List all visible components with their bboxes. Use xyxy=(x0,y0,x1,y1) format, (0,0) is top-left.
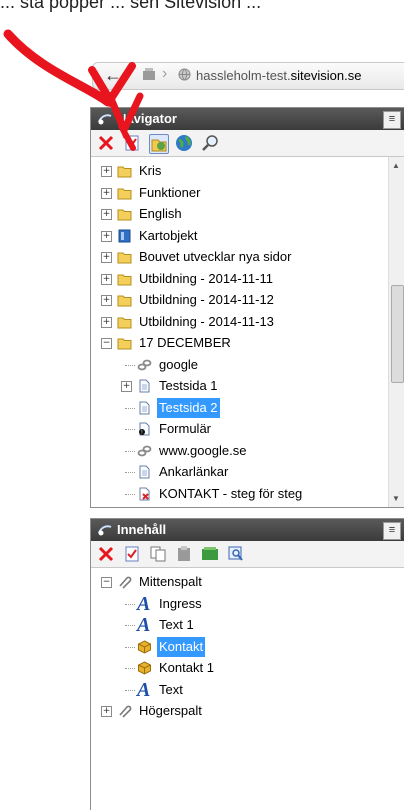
scroll-thumb[interactable] xyxy=(391,285,404,383)
content-item-label: Högerspalt xyxy=(139,703,202,718)
folder-icon xyxy=(117,207,132,221)
content-item-label: Kontakt 1 xyxy=(159,660,214,675)
page-icon xyxy=(137,379,152,393)
tree-expander-icon[interactable]: + xyxy=(101,230,112,242)
tree-expander-icon[interactable]: + xyxy=(101,252,112,263)
cube-icon xyxy=(137,661,152,675)
paste-icon[interactable] xyxy=(175,545,193,563)
content-panel: Innehåll ≡ − Mittenspalt A Ingress A Text 1 Ko… xyxy=(90,518,404,810)
content-item-label: Text 1 xyxy=(159,617,194,632)
content-item-label: Kontakt xyxy=(157,636,206,657)
delete-icon[interactable] xyxy=(97,545,115,563)
content-item-label: Mittenspalt xyxy=(139,574,202,589)
tree-expander-icon[interactable]: + xyxy=(101,295,112,306)
text-a-glyph: A xyxy=(137,592,151,615)
navigator-item-label: Utbildning - 2014-11-12 xyxy=(139,292,274,307)
folder-icon xyxy=(117,315,132,329)
navigator-item-label: Ankarlänkar xyxy=(159,464,229,479)
folder-icon xyxy=(117,293,132,307)
tree-connector xyxy=(125,689,135,691)
book-icon xyxy=(117,229,132,243)
content-logo-icon xyxy=(98,525,112,536)
navigator-item-label: Utbildning - 2014-11-11 xyxy=(139,270,273,286)
navigator-item-label: www.google.se xyxy=(159,442,247,458)
navigator-item-label: Utbildning - 2014-11-13 xyxy=(139,313,274,329)
page-red-icon xyxy=(137,487,152,501)
form-page-icon: ! xyxy=(137,422,152,436)
tree-connector xyxy=(125,472,135,473)
navigator-scrollbar[interactable]: ▲ ▼ xyxy=(388,157,404,507)
navigator-item-label: Bouvet utvecklar nya sidor xyxy=(139,249,292,264)
navigator-item-label: 17 DECEMBER xyxy=(139,335,231,350)
tree-connector xyxy=(125,407,135,409)
tree-expander-icon[interactable]: + xyxy=(101,209,112,220)
tree-connector xyxy=(125,603,135,605)
folder-icon xyxy=(117,250,132,264)
tree-expander-icon[interactable]: + xyxy=(101,273,112,285)
tree-expander-icon[interactable]: + xyxy=(121,381,132,392)
scroll-down-icon[interactable]: ▼ xyxy=(392,494,400,503)
link-icon xyxy=(137,444,152,458)
red-arrow-annotation xyxy=(3,29,144,151)
content-item-label: Text xyxy=(159,681,183,697)
page-icon xyxy=(137,401,152,415)
tree-connector xyxy=(125,493,135,495)
checklist-icon[interactable] xyxy=(123,545,141,563)
text-a-icon: A xyxy=(137,680,152,700)
content-header: Innehåll ≡ xyxy=(91,519,404,541)
page-icon xyxy=(137,465,152,479)
tree-expander-icon[interactable]: − xyxy=(101,577,112,588)
paperclip-icon xyxy=(117,704,132,718)
tree-expander-icon[interactable]: − xyxy=(101,338,112,349)
content-menu-icon[interactable]: ≡ xyxy=(383,522,401,540)
content-tree: − Mittenspalt A Ingress A Text 1 Kontakt Kontak… xyxy=(91,568,404,810)
navigator-item-label: google xyxy=(159,356,199,372)
preview-icon[interactable] xyxy=(227,545,245,563)
tree-connector xyxy=(125,625,135,626)
tree-connector xyxy=(125,450,135,452)
cube-icon xyxy=(137,639,152,654)
navigator-item-label: Formulär xyxy=(159,421,212,436)
copy-icon[interactable] xyxy=(149,545,167,563)
text-a-glyph: A xyxy=(137,614,151,636)
navigator-item-label: Testsida 1 xyxy=(159,378,218,393)
tree-connector xyxy=(125,429,135,430)
navigator-item-label: Testsida 2 xyxy=(157,397,220,418)
tree-expander-icon[interactable]: + xyxy=(101,706,112,717)
navigator-item-label: Kartobjekt xyxy=(139,227,198,243)
svg-text:!: ! xyxy=(141,430,142,436)
content-item-label: Ingress xyxy=(159,595,202,611)
text-a-icon: A xyxy=(137,594,152,614)
layout-icon[interactable] xyxy=(201,545,219,563)
tree-connector xyxy=(125,668,135,669)
link-icon xyxy=(137,358,152,372)
content-toolbar xyxy=(91,541,404,568)
content-title: Innehåll xyxy=(117,522,167,537)
folder-icon xyxy=(117,336,132,350)
text-a-glyph: A xyxy=(137,678,151,701)
navigator-item-label: English xyxy=(139,206,182,221)
tree-expander-icon[interactable]: + xyxy=(101,316,112,328)
navigator-tree: + Kris + Funktioner + English + Kartobjekt + Bouv… xyxy=(91,157,404,507)
tree-connector xyxy=(125,364,135,366)
tree-connector xyxy=(125,646,135,648)
folder-icon xyxy=(117,272,132,286)
text-a-icon: A xyxy=(137,615,152,635)
navigator-item-label: KONTAKT - steg för steg xyxy=(159,485,303,501)
paperclip-icon xyxy=(117,575,132,589)
